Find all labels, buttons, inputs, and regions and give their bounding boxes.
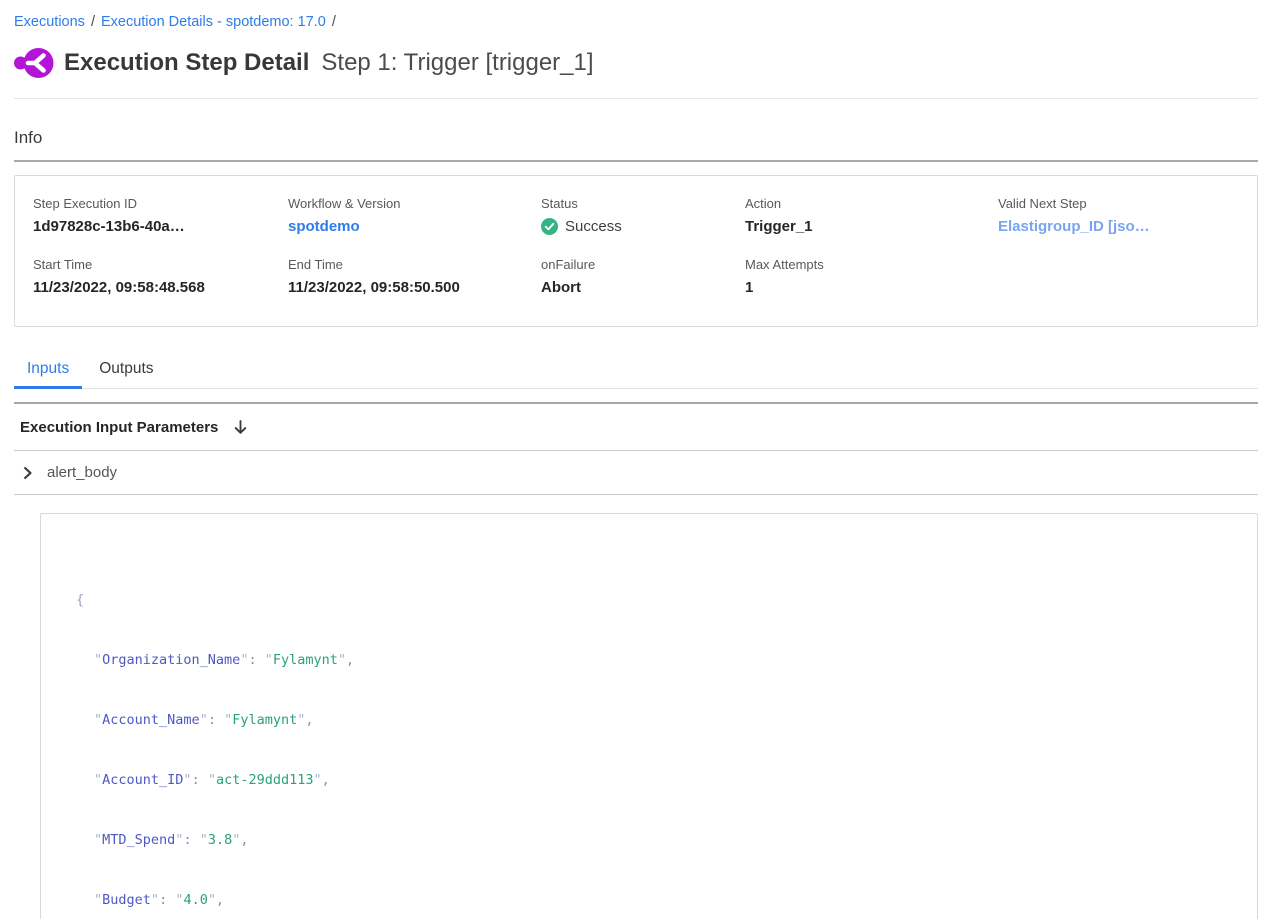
section-alert-body[interactable]: alert_body <box>14 451 1258 494</box>
field-end-time: End Time 11/23/2022, 09:58:50.500 <box>288 257 541 296</box>
section-label: alert_body <box>47 464 117 481</box>
json-open-brace: { <box>76 590 1237 610</box>
params-section: Execution Input Parameters alert_body { … <box>14 402 1258 919</box>
execution-step-detail-page: Executions / Execution Details - spotdemo:… <box>0 0 1272 919</box>
json-line: "Account_Name": "Fylamynt", <box>76 710 1237 730</box>
info-card: Step Execution ID 1d97828c-13b6-40a… Wor… <box>14 175 1258 327</box>
field-workflow-version: Workflow & Version spotdemo <box>288 196 541 235</box>
page-header: Execution Step Detail Step 1: Trigger [t… <box>14 46 1258 98</box>
tab-outputs[interactable]: Outputs <box>86 351 166 388</box>
field-value: 1 <box>745 279 998 296</box>
field-label: End Time <box>288 257 541 272</box>
workflow-link[interactable]: spotdemo <box>288 218 360 235</box>
chevron-right-icon <box>20 466 34 480</box>
breadcrumb-link-execution-details[interactable]: Execution Details - spotdemo: 17.0 <box>101 14 326 30</box>
field-label: Step Execution ID <box>33 196 288 211</box>
json-line: "MTD_Spend": "3.8", <box>76 830 1237 850</box>
divider <box>14 98 1258 99</box>
field-value: 11/23/2022, 09:58:48.568 <box>33 279 288 296</box>
field-label: Valid Next Step <box>998 196 1239 211</box>
info-heading: Info <box>14 128 1258 148</box>
field-label: Start Time <box>33 257 288 272</box>
divider <box>14 160 1258 162</box>
json-line: "Budget": "4.0", <box>76 890 1237 910</box>
success-check-icon <box>541 218 558 235</box>
field-value: 11/23/2022, 09:58:50.500 <box>288 279 541 296</box>
tab-inputs[interactable]: Inputs <box>14 351 82 388</box>
json-line: "Organization_Name": "Fylamynt", <box>76 650 1237 670</box>
page-subtitle: Step 1: Trigger [trigger_1] <box>321 49 593 77</box>
field-label: Action <box>745 196 998 211</box>
status-text: Success <box>565 218 622 235</box>
field-start-time: Start Time 11/23/2022, 09:58:48.568 <box>33 257 288 296</box>
field-onfailure: onFailure Abort <box>541 257 745 296</box>
inputs-outputs-tabs: Inputs Outputs <box>14 351 1258 389</box>
field-label: Max Attempts <box>745 257 998 272</box>
breadcrumb: Executions / Execution Details - spotdemo:… <box>14 0 1258 30</box>
field-max-attempts: Max Attempts 1 <box>745 257 998 296</box>
field-empty <box>998 257 1239 296</box>
field-valid-next-step: Valid Next Step Elastigroup_ID [jso… <box>998 196 1239 235</box>
divider <box>14 494 1258 495</box>
field-status: Status Success <box>541 196 745 235</box>
json-line: "Account_ID": "act-29ddd113", <box>76 770 1237 790</box>
execution-input-parameters-header: Execution Input Parameters <box>14 404 1258 450</box>
field-label: Workflow & Version <box>288 196 541 211</box>
field-label: onFailure <box>541 257 745 272</box>
fylamynt-logo-icon <box>14 46 54 80</box>
field-label: Status <box>541 196 745 211</box>
field-value: Trigger_1 <box>745 218 998 235</box>
json-content: { "Organization_Name": "Fylamynt", "Acco… <box>76 550 1237 919</box>
field-action: Action Trigger_1 <box>745 196 998 235</box>
field-step-execution-id: Step Execution ID 1d97828c-13b6-40a… <box>33 196 288 235</box>
execution-input-parameters-label: Execution Input Parameters <box>20 419 218 436</box>
page-title: Execution Step Detail <box>64 49 309 77</box>
alert-body-json-viewer: { "Organization_Name": "Fylamynt", "Acco… <box>40 513 1258 919</box>
valid-next-step-link[interactable]: Elastigroup_ID [jso… <box>998 218 1150 235</box>
breadcrumb-link-executions[interactable]: Executions <box>14 14 85 30</box>
breadcrumb-separator: / <box>91 14 95 30</box>
download-arrow-icon[interactable] <box>232 419 249 436</box>
breadcrumb-separator: / <box>332 14 336 30</box>
field-value: Abort <box>541 279 745 296</box>
field-value: 1d97828c-13b6-40a… <box>33 218 288 235</box>
